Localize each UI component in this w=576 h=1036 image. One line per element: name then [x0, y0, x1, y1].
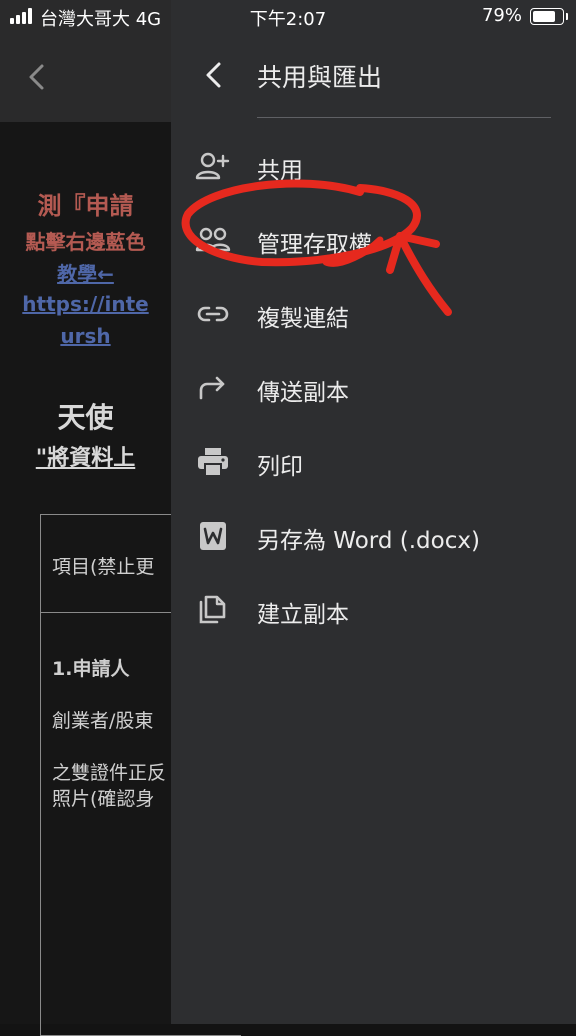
- battery-icon: [530, 8, 568, 25]
- table-cell: 之雙證件正反: [52, 762, 167, 784]
- people-icon: [195, 227, 231, 252]
- menu-item-save-as-word[interactable]: 另存為 Word (.docx): [171, 506, 576, 566]
- document-url[interactable]: https://inte: [0, 292, 171, 316]
- drawer-title: 共用與匯出: [257, 63, 383, 92]
- menu-item-share[interactable]: 共用: [171, 136, 576, 196]
- menu-item-copy-link[interactable]: 複製連結: [171, 284, 576, 344]
- table-cell: 照片(確認身: [52, 788, 155, 810]
- menu-item-label: 管理存取權: [257, 232, 372, 258]
- divider: [257, 117, 551, 118]
- back-icon[interactable]: [201, 58, 227, 92]
- menu-item-send-copy[interactable]: 傳送副本: [171, 358, 576, 418]
- person-add-icon: [195, 152, 230, 180]
- document-link-tutorial[interactable]: 教學←: [0, 258, 171, 287]
- table-divider: [40, 612, 180, 613]
- menu-item-print[interactable]: 列印: [171, 432, 576, 492]
- table-header-cell: 項目(禁止更: [52, 556, 155, 578]
- print-icon: [198, 448, 228, 477]
- document-title: 天使: [57, 401, 114, 434]
- menu-item-label: 列印: [257, 454, 303, 480]
- document-url-continued[interactable]: ursh: [0, 324, 171, 348]
- back-icon[interactable]: [24, 60, 50, 94]
- menu-item-label: 傳送副本: [257, 380, 349, 406]
- document-heading: 測『申請: [37, 192, 134, 220]
- table-cell: 創業者/股東: [52, 710, 154, 732]
- status-bar: 台灣大哥大 4G 下午2:07 79%: [0, 0, 576, 34]
- link-icon: [197, 306, 229, 322]
- document-instruction: 點擊右邊藍色: [25, 230, 146, 254]
- copy-icon: [199, 595, 226, 624]
- forward-icon: [199, 376, 225, 400]
- word-icon: [200, 522, 226, 550]
- menu-item-label: 共用: [257, 158, 303, 184]
- menu-item-label: 另存為 Word (.docx): [257, 528, 480, 554]
- menu-item-label: 複製連結: [257, 306, 349, 332]
- table-cell-title: 1.申請人: [52, 658, 130, 680]
- battery-percent: 79%: [481, 5, 522, 26]
- share-export-drawer: 共用與匯出 共用 管理存取權 複製連結 傳送副本 列印 另存為 Word (.d…: [171, 0, 576, 1024]
- menu-item-label: 建立副本: [257, 602, 349, 628]
- document-subtitle: "將資料上: [35, 446, 136, 471]
- menu-item-make-copy[interactable]: 建立副本: [171, 580, 576, 640]
- menu-item-manage-access[interactable]: 管理存取權: [171, 210, 576, 270]
